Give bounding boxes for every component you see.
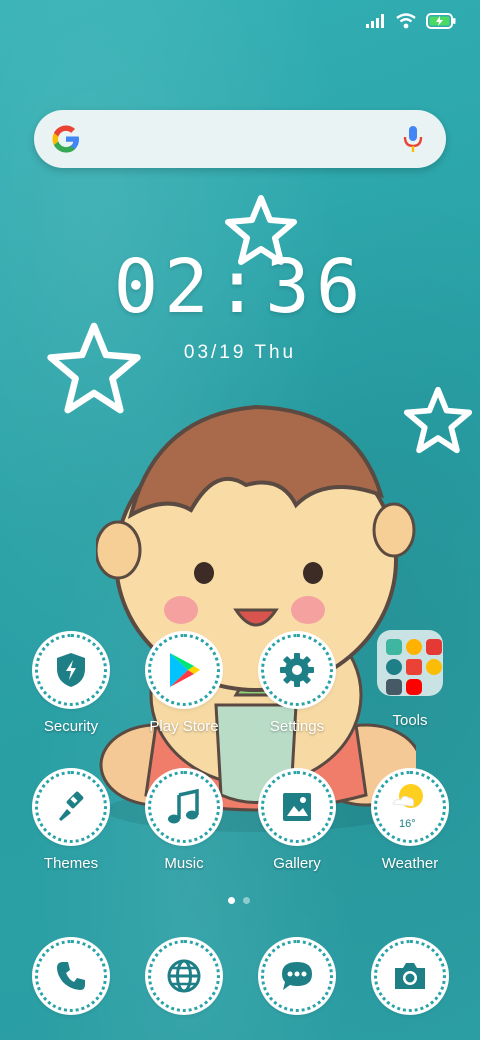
music-note-icon bbox=[168, 789, 199, 824]
chat-bubble-icon bbox=[282, 962, 312, 990]
app-icon-circle[interactable] bbox=[35, 771, 107, 843]
clock-time[interactable]: 02:36 bbox=[0, 244, 480, 330]
app-label: Music bbox=[164, 855, 204, 872]
weather-temp: 16° bbox=[399, 818, 416, 830]
wifi-icon bbox=[396, 13, 416, 29]
page-indicator[interactable] bbox=[228, 897, 250, 904]
app-label: Tools bbox=[392, 712, 428, 729]
play-store-icon bbox=[170, 653, 200, 687]
app-label: Gallery bbox=[273, 855, 321, 872]
search-bar[interactable] bbox=[34, 110, 446, 168]
page-dot[interactable] bbox=[243, 897, 250, 904]
signal-icon bbox=[366, 14, 384, 28]
battery-charging-icon bbox=[426, 13, 456, 29]
shield-icon bbox=[57, 653, 85, 687]
camera-icon bbox=[395, 963, 425, 989]
mic-icon[interactable] bbox=[402, 124, 424, 154]
gear-icon bbox=[280, 653, 314, 687]
app-icon-circle[interactable] bbox=[35, 940, 107, 1012]
app-label: Themes bbox=[43, 855, 99, 872]
weather-sun-icon bbox=[392, 784, 423, 808]
app-icon-circle[interactable] bbox=[374, 940, 446, 1012]
baby-illustration bbox=[96, 404, 416, 832]
app-icon-circle[interactable] bbox=[35, 634, 107, 706]
app-icon-circle[interactable] bbox=[261, 940, 333, 1012]
page-dot-active[interactable] bbox=[228, 897, 235, 904]
globe-icon bbox=[167, 959, 201, 993]
app-gallery[interactable]: Gallery bbox=[242, 771, 352, 872]
app-themes[interactable]: Themes bbox=[16, 771, 126, 872]
app-icon-circle[interactable] bbox=[261, 634, 333, 706]
app-security[interactable]: Security bbox=[16, 634, 126, 735]
folder-icon[interactable] bbox=[377, 630, 443, 696]
app-icon-circle[interactable] bbox=[148, 634, 220, 706]
app-label: Weather bbox=[381, 855, 439, 872]
app-icon-circle[interactable] bbox=[148, 771, 220, 843]
dock-camera[interactable] bbox=[355, 940, 465, 1012]
app-folder-tools[interactable]: Tools bbox=[355, 630, 465, 729]
app-icon-circle[interactable] bbox=[261, 771, 333, 843]
dock-browser[interactable] bbox=[129, 940, 239, 1012]
app-label: Settings bbox=[269, 718, 325, 735]
app-play-store[interactable]: Play Store bbox=[129, 634, 239, 735]
app-label: Play Store bbox=[149, 718, 219, 735]
dock-phone[interactable] bbox=[16, 940, 126, 1012]
phone-icon bbox=[57, 962, 85, 990]
app-settings[interactable]: Settings bbox=[242, 634, 352, 735]
app-icon-circle[interactable]: 16° bbox=[374, 771, 446, 843]
app-music[interactable]: Music bbox=[129, 771, 239, 872]
app-label: Security bbox=[43, 718, 99, 735]
app-icon-circle[interactable] bbox=[148, 940, 220, 1012]
clock-date[interactable]: 03/19 Thu bbox=[0, 342, 480, 364]
paintbrush-icon bbox=[59, 791, 84, 821]
dock-messages[interactable] bbox=[242, 940, 352, 1012]
status-bar bbox=[366, 8, 456, 34]
google-g-icon bbox=[52, 125, 79, 153]
image-icon bbox=[283, 793, 311, 821]
app-weather[interactable]: 16° Weather bbox=[355, 771, 465, 872]
